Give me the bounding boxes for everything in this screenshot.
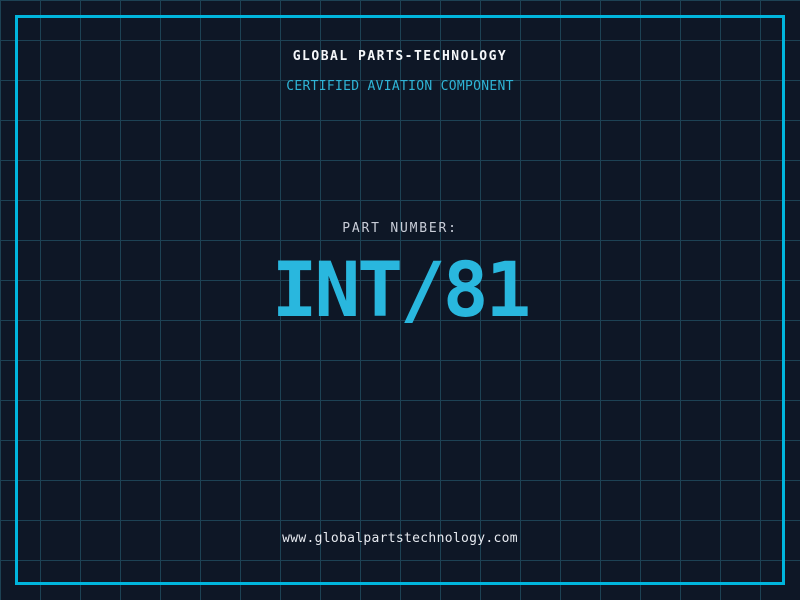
part-number-value: INT/81 xyxy=(271,245,532,334)
certificate-page: GLOBAL PARTS-TECHNOLOGY CERTIFIED AVIATI… xyxy=(0,0,800,600)
part-number-label: PART NUMBER: xyxy=(342,221,458,236)
company-title: GLOBAL PARTS-TECHNOLOGY xyxy=(292,49,508,64)
website-url: www.globalpartstechnology.com xyxy=(282,531,518,546)
certification-subtitle: CERTIFIED AVIATION COMPONENT xyxy=(286,79,514,94)
